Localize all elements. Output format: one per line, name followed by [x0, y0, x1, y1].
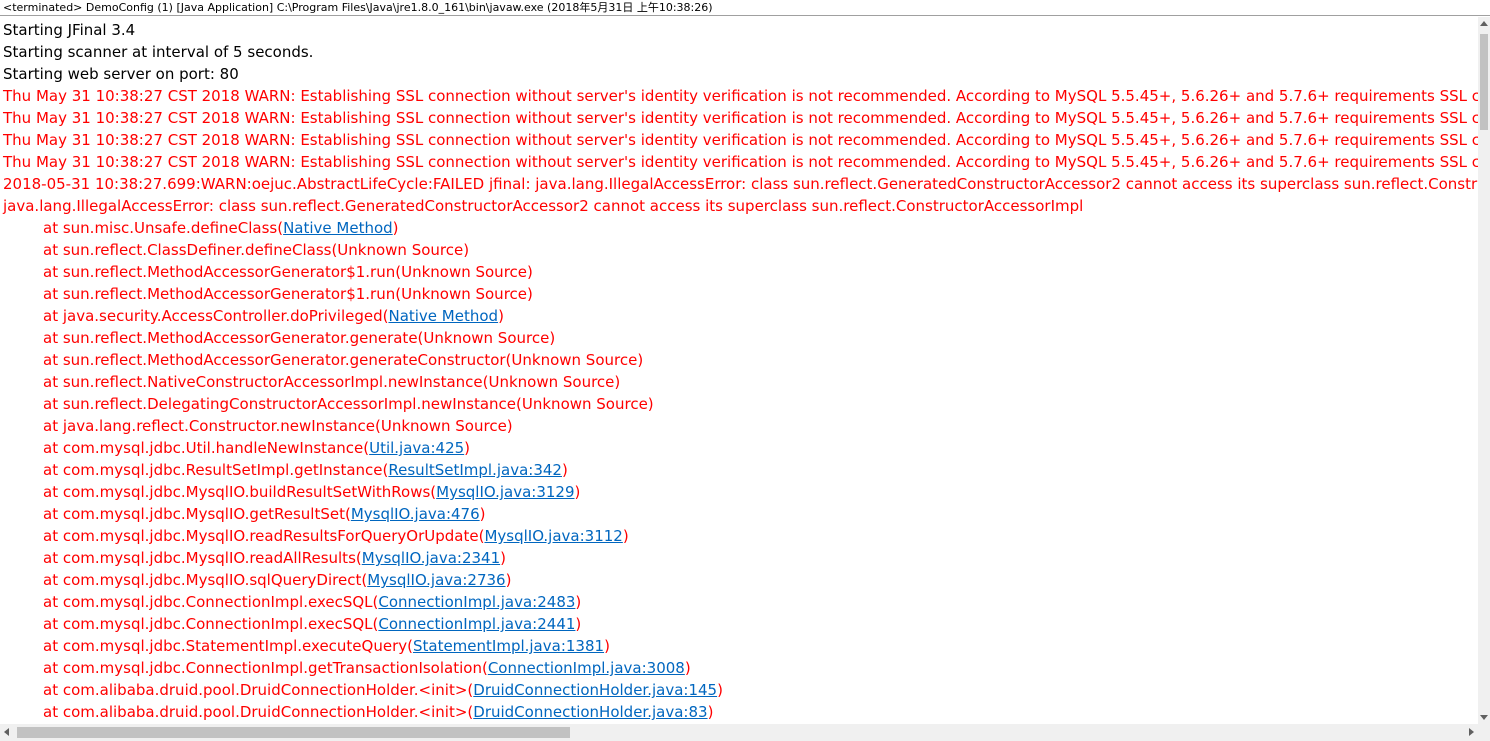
source-link[interactable]: ConnectionImpl.java:2483 [378, 593, 575, 611]
source-link[interactable]: DruidConnectionHolder.java:145 [473, 681, 717, 699]
vertical-scroll-thumb[interactable] [1480, 34, 1488, 130]
stack-trace-line: at sun.misc.Unsafe.defineClass(Native Me… [0, 217, 1478, 239]
stdout-line: Starting scanner at interval of 5 second… [3, 43, 314, 61]
trace-close-paren: ) [500, 549, 506, 567]
console-status-title: <terminated> DemoConfig (1) [Java Applic… [0, 0, 1490, 16]
trace-method: at com.mysql.jdbc.ResultSetImpl.getInsta… [43, 461, 389, 479]
trace-method: at com.mysql.jdbc.MysqlIO.readResultsFor… [43, 527, 485, 545]
stderr-line: Thu May 31 10:38:27 CST 2018 WARN: Estab… [3, 153, 1478, 171]
trace-method: at com.mysql.jdbc.MysqlIO.sqlQueryDirect… [43, 571, 368, 589]
horizontal-scrollbar[interactable] [0, 724, 1478, 741]
stack-trace-line: at com.mysql.jdbc.MysqlIO.buildResultSet… [0, 481, 1478, 503]
source-link[interactable]: StatementImpl.java:1381 [413, 637, 604, 655]
source-link[interactable]: ResultSetImpl.java:342 [388, 461, 562, 479]
trace-close-paren: ) [505, 571, 512, 589]
stderr-line: Thu May 31 10:38:27 CST 2018 WARN: Estab… [3, 109, 1478, 127]
stack-trace-line: at sun.reflect.DelegatingConstructorAcce… [0, 393, 1478, 415]
source-link[interactable]: ConnectionImpl.java:2441 [378, 615, 575, 633]
scroll-right-arrow-icon[interactable] [1469, 728, 1474, 736]
stack-trace-line: at sun.reflect.ClassDefiner.defineClass(… [0, 239, 1478, 261]
trace-method: at sun.misc.Unsafe.defineClass( [43, 219, 284, 237]
scroll-up-arrow-icon[interactable] [1480, 21, 1488, 26]
stderr-line: Thu May 31 10:38:27 CST 2018 WARN: Estab… [3, 87, 1478, 105]
trace-method: at java.lang.reflect.Constructor.newInst… [43, 417, 513, 435]
source-link[interactable]: Native Method [283, 219, 393, 237]
trace-method: at com.alibaba.druid.pool.DruidConnectio… [43, 681, 474, 699]
stack-trace-line: at sun.reflect.MethodAccessorGenerator$1… [0, 283, 1478, 305]
stack-trace-line: at sun.reflect.MethodAccessorGenerator.g… [0, 349, 1478, 371]
trace-method: at sun.reflect.MethodAccessorGenerator$1… [43, 263, 533, 281]
trace-method: at com.mysql.jdbc.ConnectionImpl.execSQL… [43, 615, 379, 633]
horizontal-scroll-thumb[interactable] [17, 727, 570, 738]
trace-close-paren: ) [574, 483, 581, 501]
stack-trace-line: at com.mysql.jdbc.Util.handleNewInstance… [0, 437, 1478, 459]
stderr-line: 2018-05-31 10:38:27.699:WARN:oejuc.Abstr… [3, 175, 1478, 193]
scrollbar-corner [1478, 724, 1490, 741]
trace-close-paren: ) [717, 681, 723, 699]
trace-close-paren: ) [479, 505, 486, 523]
trace-method: at java.security.AccessController.doPriv… [43, 307, 389, 325]
scroll-down-arrow-icon[interactable] [1480, 715, 1488, 720]
vertical-scrollbar[interactable] [1478, 17, 1490, 724]
trace-method: at com.mysql.jdbc.MysqlIO.getResultSet( [43, 505, 351, 523]
trace-close-paren: ) [707, 703, 714, 721]
stack-trace-line: at com.mysql.jdbc.StatementImpl.executeQ… [0, 635, 1478, 657]
source-link[interactable]: DruidConnectionHolder.java:83 [473, 703, 707, 721]
stack-trace-line: at sun.reflect.MethodAccessorGenerator.g… [0, 327, 1478, 349]
stack-trace-line: at com.mysql.jdbc.MysqlIO.readAllResults… [0, 547, 1478, 569]
stack-trace-line: at java.security.AccessController.doPriv… [0, 305, 1478, 327]
stack-trace-line: at sun.reflect.NativeConstructorAccessor… [0, 371, 1478, 393]
trace-method: at com.alibaba.druid.pool.DruidConnectio… [43, 703, 474, 721]
trace-method: at com.mysql.jdbc.Util.handleNewInstance… [43, 439, 370, 457]
source-link[interactable]: Util.java:425 [369, 439, 464, 457]
stack-trace-line: at com.mysql.jdbc.ResultSetImpl.getInsta… [0, 459, 1478, 481]
stack-trace-line: at sun.reflect.MethodAccessorGenerator$1… [0, 261, 1478, 283]
trace-method: at com.mysql.jdbc.MysqlIO.readAllResults… [43, 549, 362, 567]
source-link[interactable]: Native Method [388, 307, 498, 325]
trace-method: at com.mysql.jdbc.ConnectionImpl.getTran… [43, 659, 488, 677]
console-output[interactable]: Starting JFinal 3.4 Starting scanner at i… [0, 19, 1478, 724]
stack-trace-line: at com.mysql.jdbc.MysqlIO.getResultSet(M… [0, 503, 1478, 525]
trace-close-paren: ) [498, 307, 504, 325]
trace-close-paren: ) [392, 219, 399, 237]
trace-close-paren: ) [575, 615, 582, 633]
stack-trace-line: at com.mysql.jdbc.MysqlIO.readResultsFor… [0, 525, 1478, 547]
stdout-line: Starting web server on port: 80 [3, 65, 239, 83]
trace-method: at com.mysql.jdbc.ConnectionImpl.execSQL… [43, 593, 379, 611]
stderr-line: java.lang.IllegalAccessError: class sun.… [3, 197, 1084, 215]
trace-close-paren: ) [604, 637, 610, 655]
trace-method: at sun.reflect.MethodAccessorGenerator.g… [43, 329, 556, 347]
trace-method: at com.mysql.jdbc.MysqlIO.buildResultSet… [43, 483, 437, 501]
stdout-line: Starting JFinal 3.4 [3, 21, 136, 39]
trace-close-paren: ) [464, 439, 471, 457]
source-link[interactable]: ConnectionImpl.java:3008 [488, 659, 685, 677]
trace-close-paren: ) [684, 659, 691, 677]
source-link[interactable]: MysqlIO.java:3112 [484, 527, 622, 545]
source-link[interactable]: MysqlIO.java:476 [351, 505, 480, 523]
source-link[interactable]: MysqlIO.java:3129 [436, 483, 574, 501]
trace-close-paren: ) [575, 593, 582, 611]
trace-method: at sun.reflect.MethodAccessorGenerator.g… [43, 351, 644, 369]
stack-trace-line: at com.mysql.jdbc.ConnectionImpl.getTran… [0, 657, 1478, 679]
trace-method: at sun.reflect.MethodAccessorGenerator$1… [43, 285, 533, 303]
scroll-left-arrow-icon[interactable] [4, 728, 9, 736]
trace-method: at sun.reflect.DelegatingConstructorAcce… [43, 395, 654, 413]
trace-method: at sun.reflect.NativeConstructorAccessor… [43, 373, 621, 391]
stderr-line: Thu May 31 10:38:27 CST 2018 WARN: Estab… [3, 131, 1478, 149]
console-view: <terminated> DemoConfig (1) [Java Applic… [0, 0, 1490, 741]
source-link[interactable]: MysqlIO.java:2736 [367, 571, 505, 589]
stack-trace-line: at com.mysql.jdbc.ConnectionImpl.execSQL… [0, 613, 1478, 635]
trace-close-paren: ) [561, 461, 568, 479]
stack-trace-line: at com.mysql.jdbc.ConnectionImpl.execSQL… [0, 591, 1478, 613]
stack-trace-line: at com.mysql.jdbc.MysqlIO.sqlQueryDirect… [0, 569, 1478, 591]
stack-trace-line: at com.alibaba.druid.pool.DruidConnectio… [0, 701, 1478, 723]
stack-trace-line: at com.alibaba.druid.pool.DruidConnectio… [0, 679, 1478, 701]
source-link[interactable]: MysqlIO.java:2341 [362, 549, 500, 567]
trace-method: at sun.reflect.ClassDefiner.defineClass(… [43, 241, 470, 259]
trace-close-paren: ) [622, 527, 629, 545]
trace-method: at com.mysql.jdbc.StatementImpl.executeQ… [43, 637, 413, 655]
stack-trace-line: at java.lang.reflect.Constructor.newInst… [0, 415, 1478, 437]
